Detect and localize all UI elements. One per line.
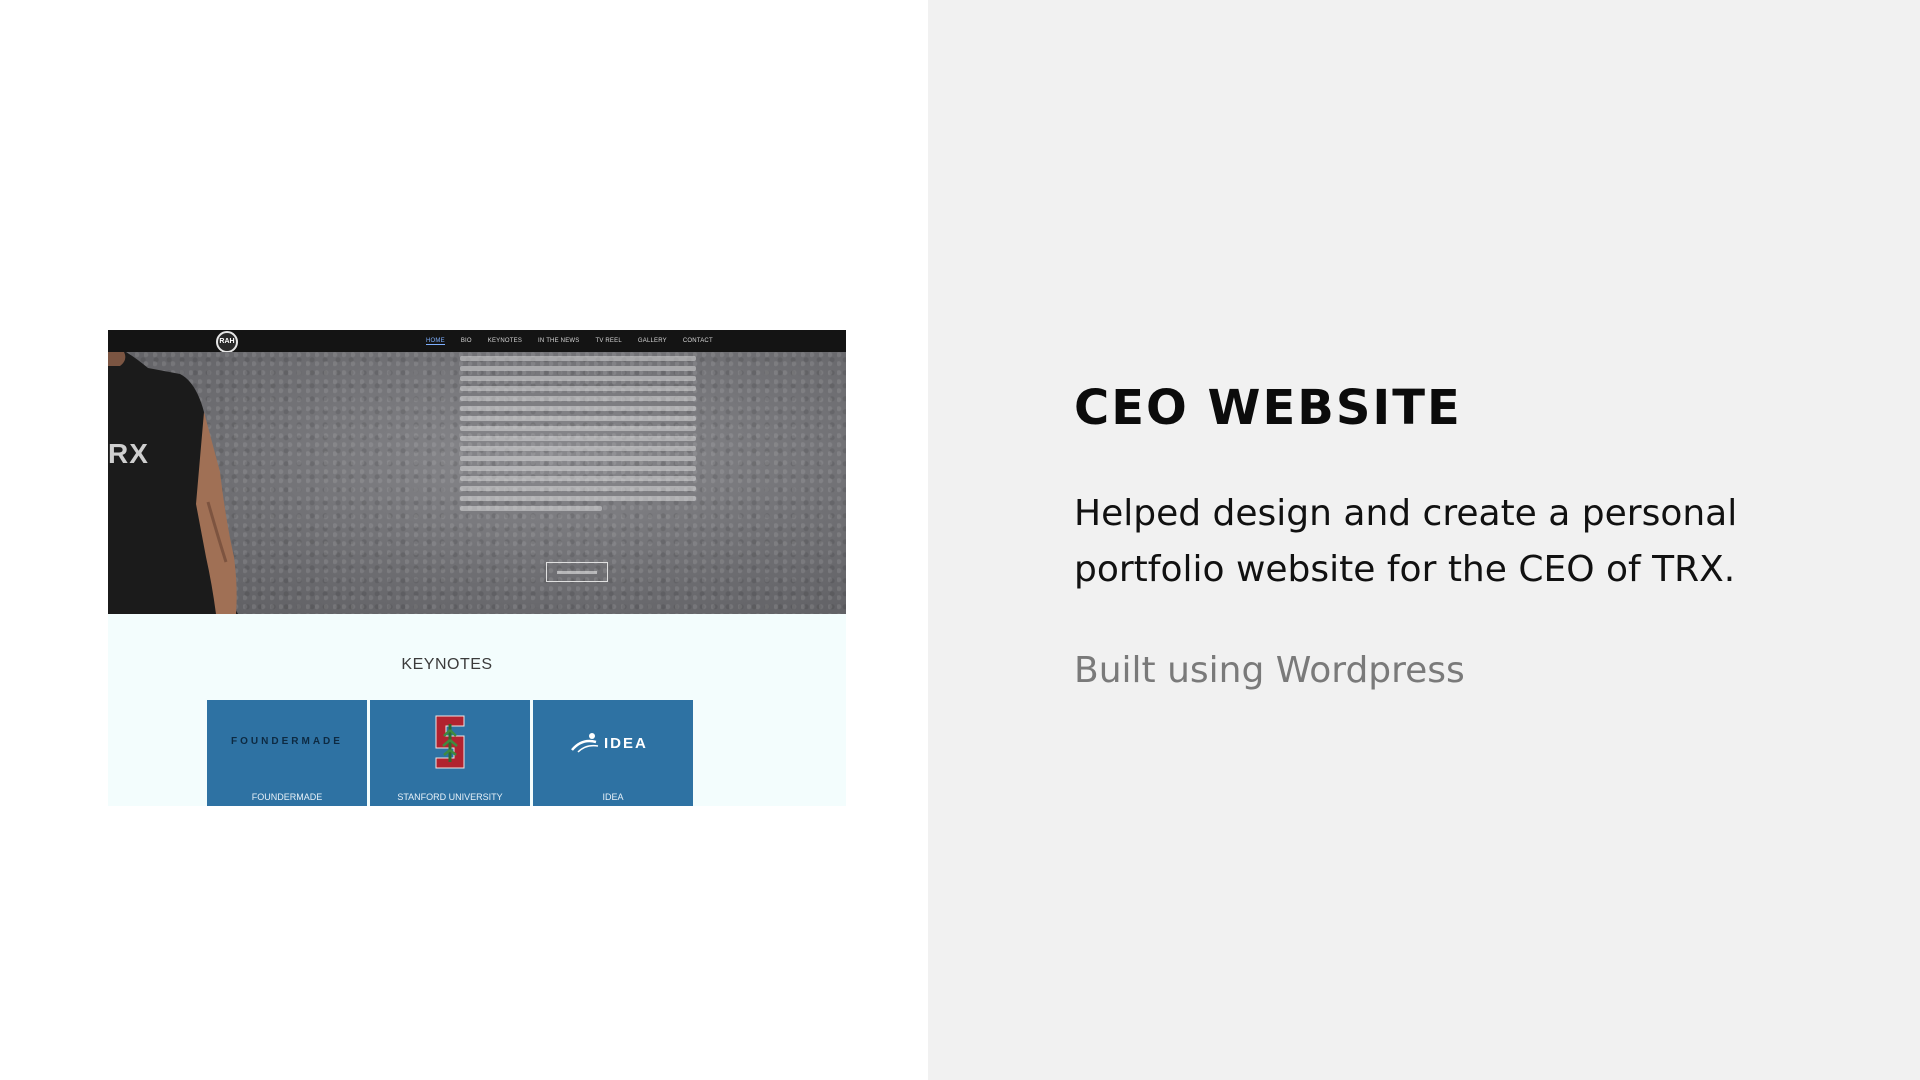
mock-nav-menu: HOME BIO KEYNOTES IN THE NEWS TV REEL GA… (426, 330, 713, 352)
text-line (460, 416, 696, 421)
mock-shirt-logo-text: RX (108, 438, 149, 469)
text-line (460, 496, 696, 501)
mock-nav-bar: RAH HOME BIO KEYNOTES IN THE NEWS TV REE… (108, 330, 846, 353)
website-screenshot: RAH HOME BIO KEYNOTES IN THE NEWS TV REE… (108, 330, 846, 806)
mock-keynote-card-idea: IDEA IDEA (533, 700, 693, 806)
text-line (460, 396, 696, 401)
project-title: CEO WEBSITE (1074, 380, 1462, 436)
text-line (460, 476, 696, 481)
person-silhouette-icon (108, 352, 238, 614)
text-line (460, 356, 696, 361)
text-line (460, 366, 696, 371)
built-with-note: Built using Wordpress (1074, 650, 1465, 691)
mock-nav-item-bio: BIO (460, 338, 472, 344)
mock-card-caption: STANFORD UNIVERSITY (397, 792, 503, 802)
text-line (460, 486, 696, 491)
mock-card-caption: IDEA (602, 792, 624, 802)
mock-keynote-card-foundermade: FOUNDERMADE FOUNDERMADE (207, 700, 367, 806)
idea-wordmark: IDEA (604, 734, 648, 752)
mock-keynote-card-stanford: STANFORD UNIVERSITY (370, 700, 530, 806)
mock-nav-item-keynotes: KEYNOTES (487, 338, 523, 344)
mock-nav-item-in-the-news: IN THE NEWS (538, 338, 580, 344)
mock-keynotes-heading: KEYNOTES (108, 656, 846, 674)
project-description: Helped design and create a personal port… (1074, 493, 1738, 590)
text-line (460, 506, 602, 511)
text-line (460, 406, 696, 411)
mock-site-logo: RAH (216, 331, 238, 353)
mock-nav-item-gallery: GALLERY (637, 338, 667, 344)
text-line (460, 446, 696, 451)
text-line (460, 456, 696, 461)
idea-logo: IDEA (570, 728, 660, 758)
text-line (460, 386, 696, 391)
text-line (460, 436, 696, 441)
mock-card-caption: FOUNDERMADE (251, 792, 323, 802)
mock-nav-item-home: HOME (426, 337, 445, 345)
foundermade-wordmark-icon: FOUNDERMADE (231, 736, 343, 747)
mock-nav-item-tv-reel: TV REEL (595, 338, 622, 344)
left-pane: RAH HOME BIO KEYNOTES IN THE NEWS TV REE… (0, 0, 928, 1080)
mock-nav-item-contact: CONTACT (682, 338, 713, 344)
text-line (460, 376, 696, 381)
slide: RAH HOME BIO KEYNOTES IN THE NEWS TV REE… (0, 0, 1920, 1080)
stanford-s-tree-icon (435, 715, 465, 769)
mock-keynotes-heading-text: KEYNOTES (401, 656, 493, 673)
text-line (460, 466, 696, 471)
idea-swoosh-icon (571, 733, 599, 753)
mock-hero-person-image: RX (108, 352, 238, 614)
text-line (460, 426, 696, 431)
mock-keynote-cards: FOUNDERMADE FOUNDERMADE STANFORD UNIVERS… (207, 700, 693, 806)
mock-hero-section: RX (108, 352, 846, 614)
mock-hero-paragraph (460, 356, 696, 538)
mock-hero-button (546, 562, 608, 582)
